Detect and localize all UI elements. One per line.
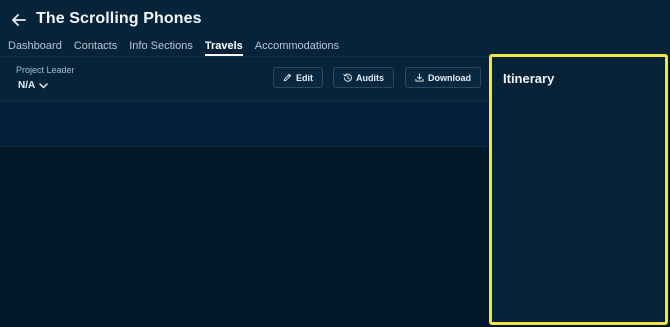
itinerary-title: Itinerary xyxy=(503,71,555,86)
audits-button[interactable]: Audits xyxy=(333,67,394,88)
arrow-left-icon xyxy=(12,14,26,26)
project-leader-value: N/A xyxy=(18,80,36,91)
edit-button-label: Edit xyxy=(296,72,313,83)
tab-dashboard[interactable]: Dashboard xyxy=(8,40,62,56)
content-header-strip xyxy=(0,102,490,147)
history-icon xyxy=(343,73,352,82)
download-icon xyxy=(415,73,424,82)
tab-info-sections[interactable]: Info Sections xyxy=(129,40,193,56)
tab-accommodations[interactable]: Accommodations xyxy=(255,40,339,56)
edit-button[interactable]: Edit xyxy=(273,67,323,88)
project-leader-select[interactable]: N/A xyxy=(18,80,48,91)
download-button[interactable]: Download xyxy=(405,67,481,88)
page-title: The Scrolling Phones xyxy=(36,10,202,27)
pencil-icon xyxy=(283,73,292,82)
back-button[interactable] xyxy=(10,10,28,30)
tab-contacts[interactable]: Contacts xyxy=(74,40,117,56)
itinerary-panel: Itinerary xyxy=(489,54,668,325)
tab-bar: Dashboard Contacts Info Sections Travels… xyxy=(8,40,339,56)
chevron-down-icon xyxy=(39,82,48,88)
tab-travels[interactable]: Travels xyxy=(204,40,243,56)
download-button-label: Download xyxy=(428,72,471,83)
project-leader-label: Project Leader xyxy=(16,65,75,75)
audits-button-label: Audits xyxy=(356,72,384,83)
app-page: The Scrolling Phones Dashboard Contacts … xyxy=(0,0,670,327)
top-bar: The Scrolling Phones Dashboard Contacts … xyxy=(0,0,670,56)
